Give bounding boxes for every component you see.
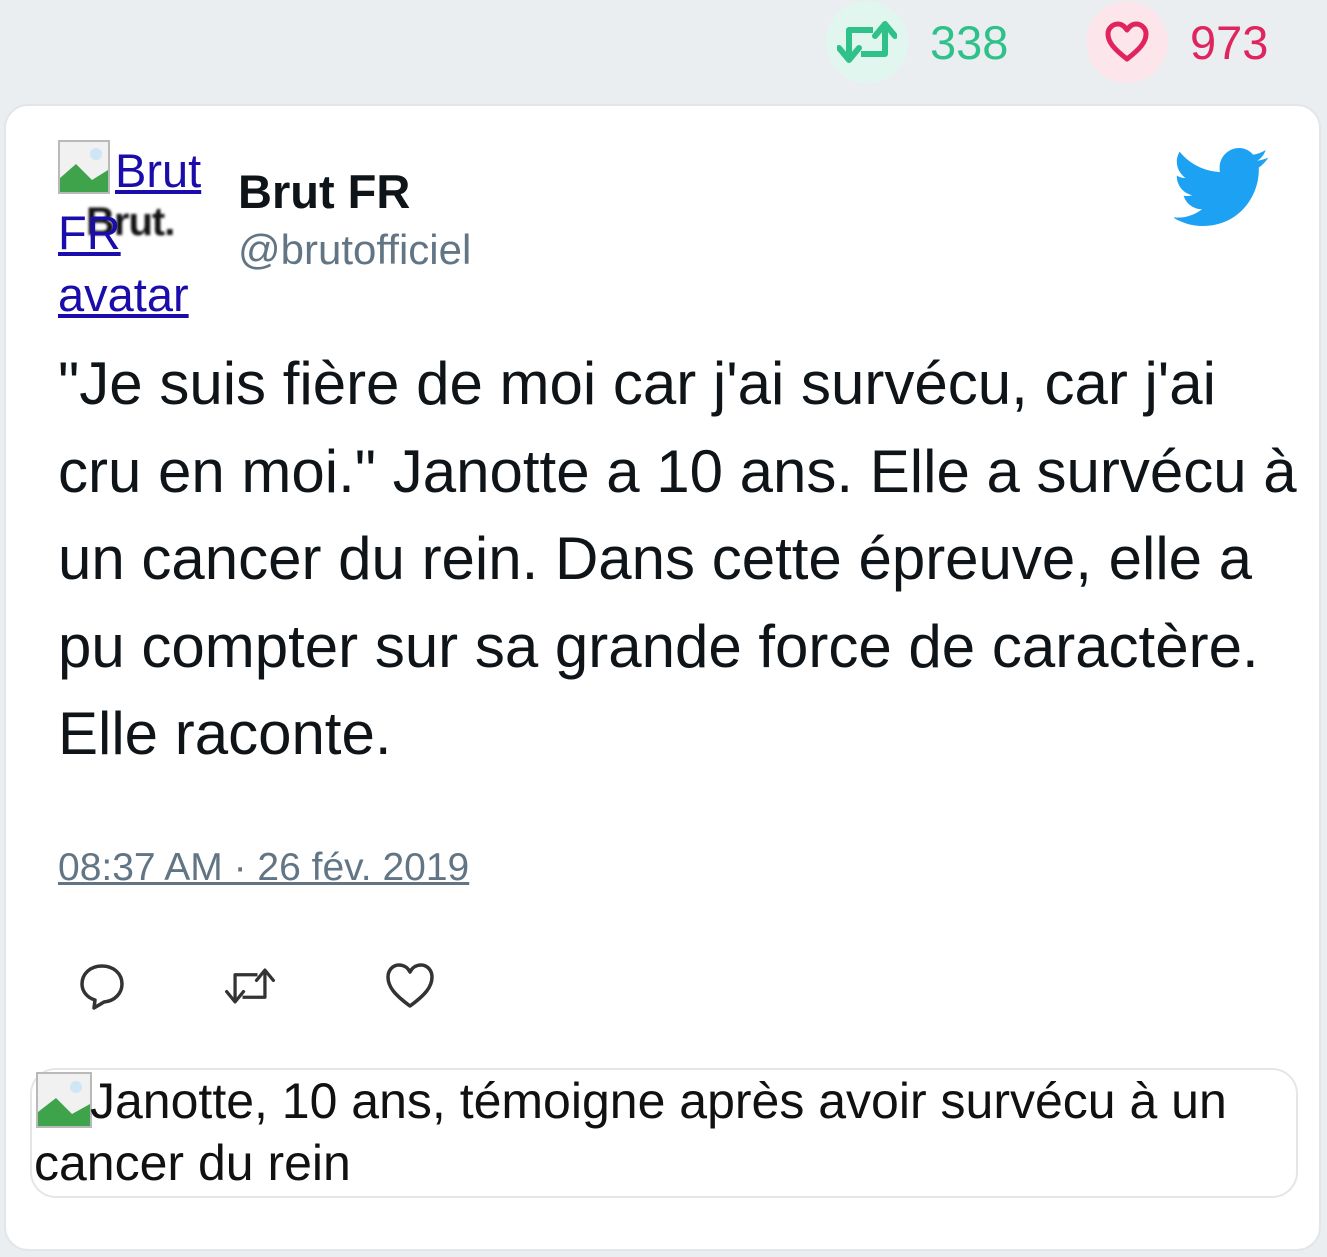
reply-icon[interactable] [74,958,130,1014]
twitter-bird-icon[interactable] [1174,148,1270,228]
retweet-count-stat[interactable]: 338 [826,0,1008,84]
avatar-alt-line: FR [58,206,121,259]
avatar[interactable]: Brut. Brut FR avatar [58,140,218,321]
avatar-alt-line: avatar [58,268,189,321]
media-caption: Janotte, 10 ans, témoigne après avoir su… [34,1073,1227,1191]
like-count: 973 [1190,15,1269,69]
media-card[interactable]: Janotte, 10 ans, témoigne après avoir su… [30,1068,1298,1198]
tweet-timestamp[interactable]: 08:37 AM · 26 fév. 2019 [58,846,469,890]
tweet-text: "Je suis fière de moi car j'ai survécu, … [58,350,1297,767]
retweet-action-icon[interactable] [222,958,278,1014]
like-count-stat[interactable]: 973 [1086,0,1268,84]
like-action-icon[interactable] [382,958,438,1014]
author-handle[interactable]: @brutofficiel [238,226,471,274]
avatar-alt-line: Brut [115,144,202,197]
heart-icon[interactable] [1086,1,1168,83]
top-stats-bar: 338 973 [0,0,1327,100]
retweet-count: 338 [930,15,1009,69]
retweet-icon[interactable] [826,1,908,83]
author-name[interactable]: Brut FR [238,164,410,219]
tweet-card: Brut. Brut FR avatar Brut FR @brutoffici… [4,104,1321,1251]
avatar-alt-text[interactable]: Brut FR avatar [58,140,228,326]
